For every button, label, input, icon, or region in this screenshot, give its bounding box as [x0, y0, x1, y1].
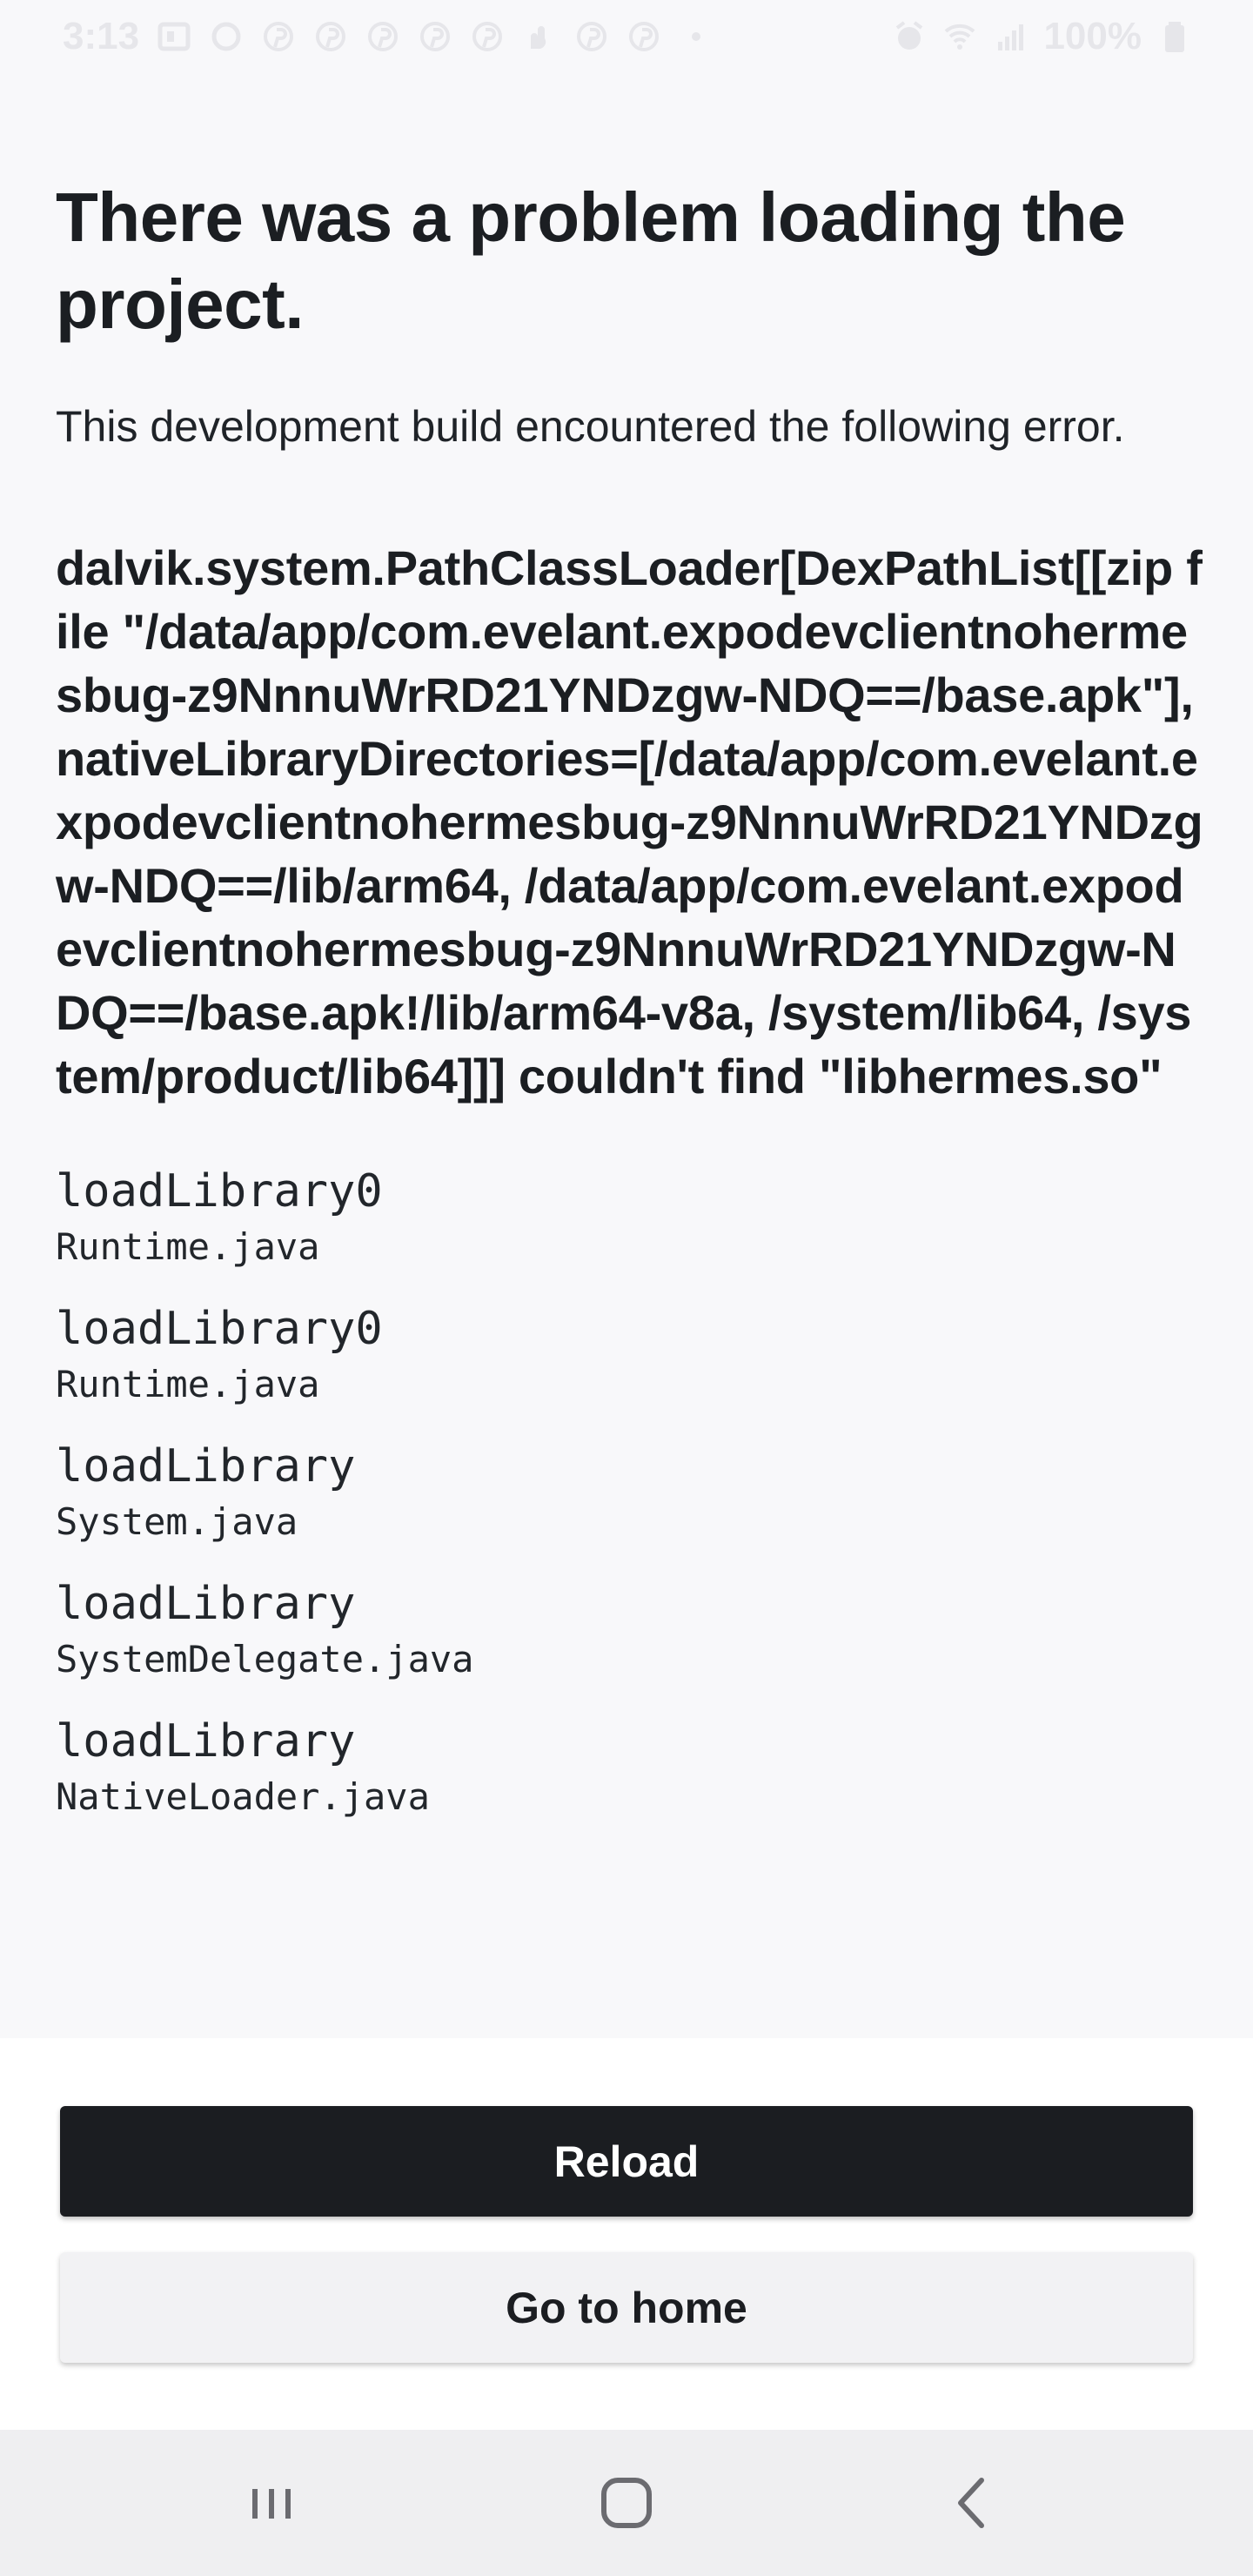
- battery-icon: [1157, 19, 1192, 54]
- stack-frame: loadLibrary SystemDelegate.java: [56, 1576, 1204, 1684]
- status-left: 3:13: [63, 15, 714, 58]
- error-message: dalvik.system.PathClassLoader[DexPathLis…: [56, 540, 1203, 1104]
- page-title: There was a problem loading the project.: [56, 178, 1126, 343]
- stack-frame: loadLibrary NativeLoader.java: [56, 1714, 1204, 1821]
- pinterest-icon: [626, 19, 661, 54]
- signal-icon: [993, 19, 1028, 54]
- stack-frame: loadLibrary System.java: [56, 1439, 1204, 1546]
- pinterest-icon: [365, 19, 400, 54]
- stack-file: NativeLoader.java: [56, 1775, 430, 1818]
- recent-apps-icon[interactable]: [235, 2466, 308, 2539]
- pinterest-icon: [574, 19, 609, 54]
- notification-icon: [157, 19, 191, 54]
- home-icon[interactable]: [590, 2466, 663, 2539]
- go-to-home-button[interactable]: Go to home: [60, 2252, 1193, 2363]
- stack-method: loadLibrary: [56, 1440, 356, 1493]
- navigation-bar: [0, 2430, 1253, 2576]
- pinterest-icon: [470, 19, 505, 54]
- pinterest-icon: [418, 19, 452, 54]
- stack-trace: loadLibrary0 Runtime.java loadLibrary0 R…: [56, 1164, 1204, 1821]
- back-icon[interactable]: [936, 2466, 1009, 2539]
- stack-file: SystemDelegate.java: [56, 1638, 474, 1680]
- stack-method: loadLibrary0: [56, 1303, 383, 1355]
- status-time: 3:13: [63, 15, 140, 57]
- pinterest-icon: [313, 19, 348, 54]
- stack-file: Runtime.java: [56, 1363, 320, 1405]
- pinterest-icon: [261, 19, 296, 54]
- alarm-icon: [892, 19, 927, 54]
- battery-percent: 100%: [1043, 15, 1142, 57]
- status-right: 100%: [892, 15, 1192, 58]
- error-subtitle: This development build encountered the f…: [56, 402, 1125, 451]
- stack-file: Runtime.java: [56, 1225, 320, 1268]
- stack-file: System.java: [56, 1500, 298, 1543]
- action-footer: Reload Go to home: [0, 2038, 1253, 2430]
- gesture-icon: [522, 19, 557, 54]
- dot-icon: [679, 19, 714, 54]
- stack-method: loadLibrary: [56, 1578, 356, 1630]
- stack-method: loadLibrary0: [56, 1165, 383, 1218]
- reload-button[interactable]: Reload: [60, 2106, 1193, 2217]
- wifi-icon: [942, 19, 977, 54]
- circle-icon: [209, 19, 244, 54]
- stack-method: loadLibrary: [56, 1715, 356, 1768]
- stack-frame: loadLibrary0 Runtime.java: [56, 1301, 1204, 1409]
- stack-frame: loadLibrary0 Runtime.java: [56, 1164, 1204, 1271]
- error-content: There was a problem loading the project.…: [56, 174, 1204, 1851]
- status-bar: 3:13 100%: [0, 0, 1253, 73]
